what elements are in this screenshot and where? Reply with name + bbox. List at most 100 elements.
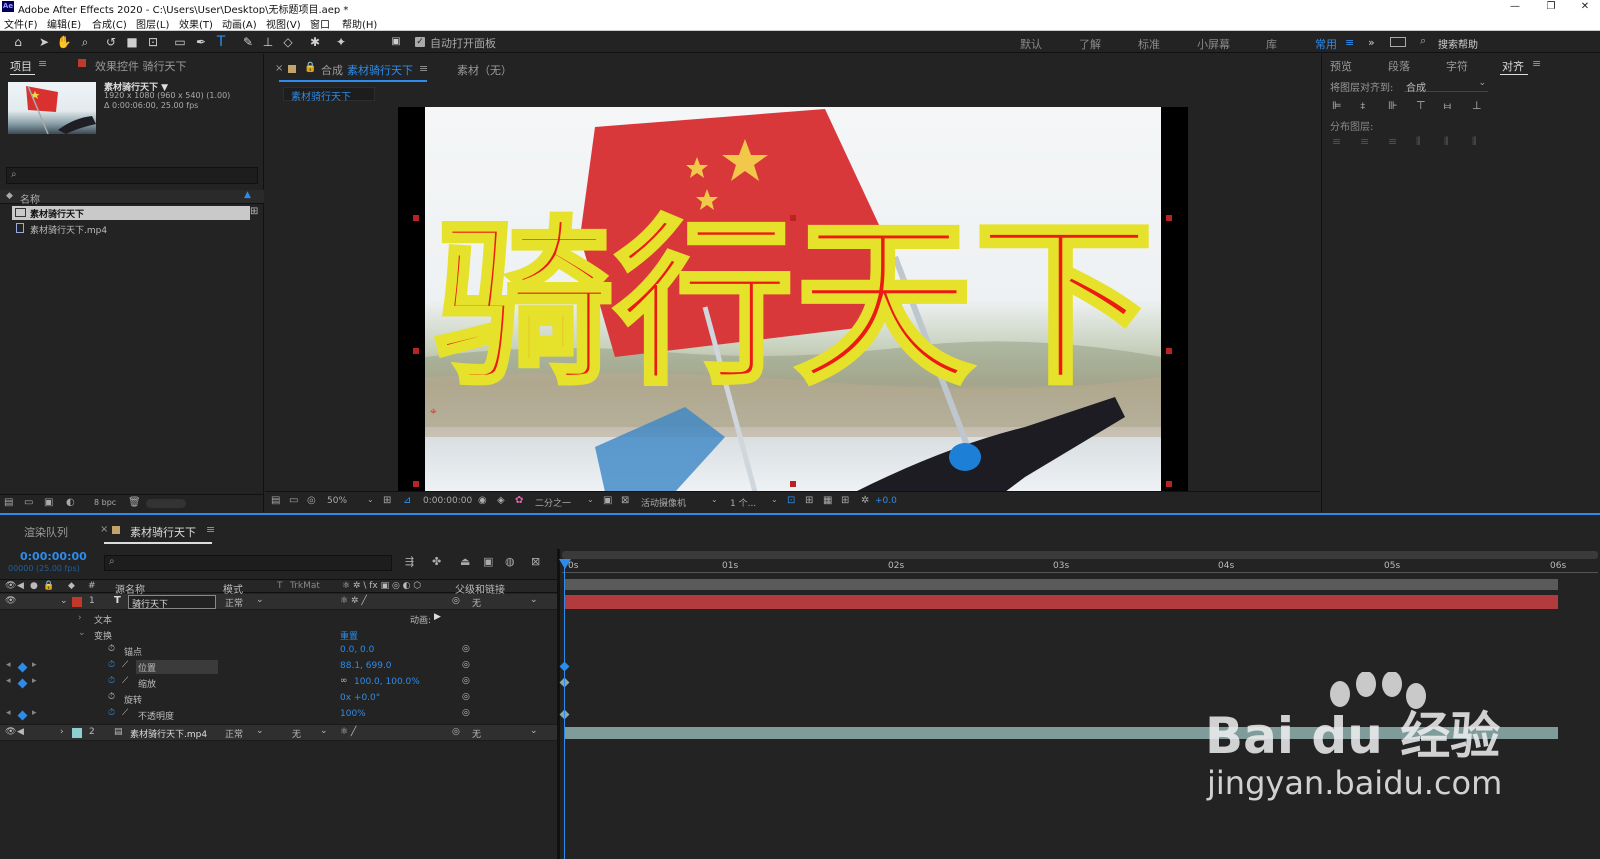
tab-character[interactable]: 字符 <box>1446 58 1468 74</box>
prop-anchor-value[interactable]: 0.0, 0.0 <box>340 645 374 655</box>
animate-play-icon[interactable]: ▶ <box>434 612 441 622</box>
anchor-point-icon[interactable]: ⌖ <box>430 405 442 417</box>
next-keyframe-icon[interactable]: ▸ <box>32 708 37 718</box>
layer-mode-select[interactable]: 正常 <box>225 596 243 609</box>
menu-file[interactable]: 文件(F) <box>4 16 38 31</box>
layer-handle[interactable] <box>1166 215 1172 221</box>
close-tab-icon[interactable]: × <box>275 63 283 74</box>
workspace-default[interactable]: 默认 <box>1020 36 1042 52</box>
mask-visibility-icon[interactable]: ⊿ <box>403 495 411 506</box>
bit-depth-button[interactable]: 8 bpc <box>94 498 116 507</box>
layer-handle[interactable] <box>1166 348 1172 354</box>
column-name[interactable]: 名称 <box>20 191 40 206</box>
project-search-input[interactable]: ⌕ <box>6 167 258 184</box>
chevron-down-icon[interactable]: ⌄ <box>256 595 264 605</box>
add-keyframe-icon[interactable] <box>17 710 28 721</box>
timeline-icon[interactable]: ▦ <box>823 495 832 506</box>
work-area-bar[interactable] <box>562 551 1598 559</box>
new-folder-icon[interactable]: ▭ <box>24 497 33 508</box>
vr-icon[interactable]: ◎ <box>307 495 316 506</box>
menu-window[interactable]: 窗口 <box>310 16 330 31</box>
snapshot-icon[interactable]: ◉ <box>478 495 487 506</box>
align-menu-icon[interactable]: ≡ <box>1532 57 1541 70</box>
menu-view[interactable]: 视图(V) <box>266 16 301 31</box>
comp-menu-icon[interactable]: ≡ <box>419 62 428 75</box>
prop-position-value[interactable]: 88.1, 699.0 <box>340 661 392 671</box>
footage-viewer-tab[interactable]: 素材（无） <box>457 62 512 78</box>
workspace-learn[interactable]: 了解 <box>1079 36 1101 52</box>
prop-row-opacity[interactable]: ◂ ▸ ⏱ ⟋ 不透明度 100% ◎ <box>0 707 557 723</box>
puppet-pin-tool-icon[interactable]: ✦ <box>333 34 349 50</box>
lock-icon[interactable]: 🔒 <box>304 62 316 73</box>
layer-handle[interactable] <box>1166 481 1172 487</box>
monitor-icon[interactable]: ▭ <box>289 495 298 506</box>
flowchart-icon[interactable]: ⊞ <box>841 495 849 506</box>
reset-exposure-icon[interactable]: ✲ <box>861 495 869 506</box>
align-to-select[interactable]: 合成 ⌄ <box>1404 78 1488 94</box>
menu-animation[interactable]: 动画(A) <box>222 16 257 31</box>
playhead-handle[interactable] <box>559 559 571 569</box>
timeline-menu-icon[interactable]: ≡ <box>206 523 215 536</box>
add-keyframe-icon[interactable] <box>17 678 28 689</box>
safe-margins-icon[interactable]: ⊞ <box>383 495 391 506</box>
menu-edit[interactable]: 编辑(E) <box>47 16 81 31</box>
chevron-down-icon[interactable]: ⌄ <box>711 495 718 504</box>
chevron-right-icon[interactable]: › <box>78 613 82 623</box>
project-item-comp[interactable]: 素材骑行天下 <box>12 206 250 220</box>
menu-composition[interactable]: 合成(C) <box>92 16 127 31</box>
layer-handle[interactable] <box>790 481 796 487</box>
prop-rotation-value[interactable]: 0x +0.0° <box>340 693 380 703</box>
region-of-interest-icon[interactable]: ▣ <box>603 495 612 506</box>
restore-button[interactable]: ❐ <box>1536 0 1566 14</box>
home-icon[interactable]: ⌂ <box>10 34 26 50</box>
tab-render-queue[interactable]: 渲染队列 <box>24 524 68 540</box>
stopwatch-icon[interactable]: ⏱ <box>108 708 115 718</box>
selection-tool-icon[interactable]: ➤ <box>36 34 52 50</box>
distribute-hcenter-icon[interactable]: ⫴ <box>1444 135 1449 149</box>
menu-effect[interactable]: 效果(T) <box>179 16 213 31</box>
zoom-select[interactable]: 50% <box>327 496 347 506</box>
menu-help[interactable]: 帮助(H) <box>342 16 377 31</box>
roto-brush-tool-icon[interactable]: ✱ <box>307 34 323 50</box>
camera-select[interactable]: 活动摄像机 <box>641 496 686 509</box>
timeline-timecode[interactable]: 0:00:00:00 <box>20 550 87 563</box>
thumbnail-slider[interactable] <box>146 499 186 508</box>
expression-pickwhip-icon[interactable]: ◎ <box>462 660 470 670</box>
project-item-footage[interactable]: 素材骑行天下.mp4 <box>12 222 250 236</box>
align-vertical-center-icon[interactable]: ⧦ <box>1444 99 1451 113</box>
help-search[interactable]: ⌕ 搜索帮助 <box>1418 34 1578 51</box>
tab-align[interactable]: 对齐 <box>1502 58 1524 74</box>
layer-row-2[interactable]: 👁 ◀ › 2 ▤ 素材骑行天下.mp4 正常 ⌄ 无 ⌄ ⚛ ╱ ◎ 无 ⌄ <box>0 724 557 741</box>
always-preview-icon[interactable]: ▤ <box>271 495 280 506</box>
chevron-down-icon[interactable]: ⌄ <box>771 495 778 504</box>
layer-switches[interactable]: ⚛ ╱ <box>340 727 356 737</box>
prop-scale-value[interactable]: 100.0, 100.0% <box>354 677 420 687</box>
work-area-span[interactable] <box>564 579 1558 590</box>
minimize-button[interactable]: — <box>1500 0 1530 14</box>
distribute-bottom-icon[interactable]: ≡ <box>1388 135 1397 148</box>
chevron-down-icon[interactable]: ⌄ <box>256 726 264 736</box>
more-workspaces-icon[interactable]: » <box>1368 36 1375 49</box>
pickwhip-icon[interactable]: ◎ <box>452 596 460 606</box>
expression-pickwhip-icon[interactable]: ◎ <box>462 708 470 718</box>
layer-parent-select[interactable]: 无 <box>472 727 481 740</box>
prop-row-scale[interactable]: ◂ ▸ ⏱ ⟋ 缩放 ∞ 100.0, 100.0% ◎ <box>0 675 557 691</box>
tab-paragraph[interactable]: 段落 <box>1388 58 1410 74</box>
column-trkmat[interactable]: TrkMat <box>290 581 320 591</box>
chevron-down-icon[interactable]: ⌄ <box>320 726 328 736</box>
close-tab-icon[interactable]: × <box>100 524 108 535</box>
stopwatch-icon[interactable]: ⏱ <box>108 660 115 670</box>
layer-name-field[interactable]: 骑行天下 <box>128 595 216 610</box>
playhead-line[interactable] <box>564 559 565 859</box>
tab-effect-controls[interactable]: 效果控件 骑行天下 <box>95 58 187 74</box>
tab-preview[interactable]: 预览 <box>1330 58 1352 74</box>
tab-timeline-comp[interactable]: 素材骑行天下 <box>130 524 196 540</box>
expression-pickwhip-icon[interactable]: ◎ <box>462 644 470 654</box>
align-top-icon[interactable]: ⊤ <box>1416 99 1426 112</box>
hand-tool-icon[interactable]: ✋ <box>56 34 72 50</box>
layer-label-color[interactable] <box>72 728 82 738</box>
chevron-down-icon[interactable]: ⌄ <box>60 596 68 606</box>
reset-transform-button[interactable]: 重置 <box>340 629 358 642</box>
layer-handle[interactable] <box>413 481 419 487</box>
panel-divider[interactable] <box>557 549 560 859</box>
